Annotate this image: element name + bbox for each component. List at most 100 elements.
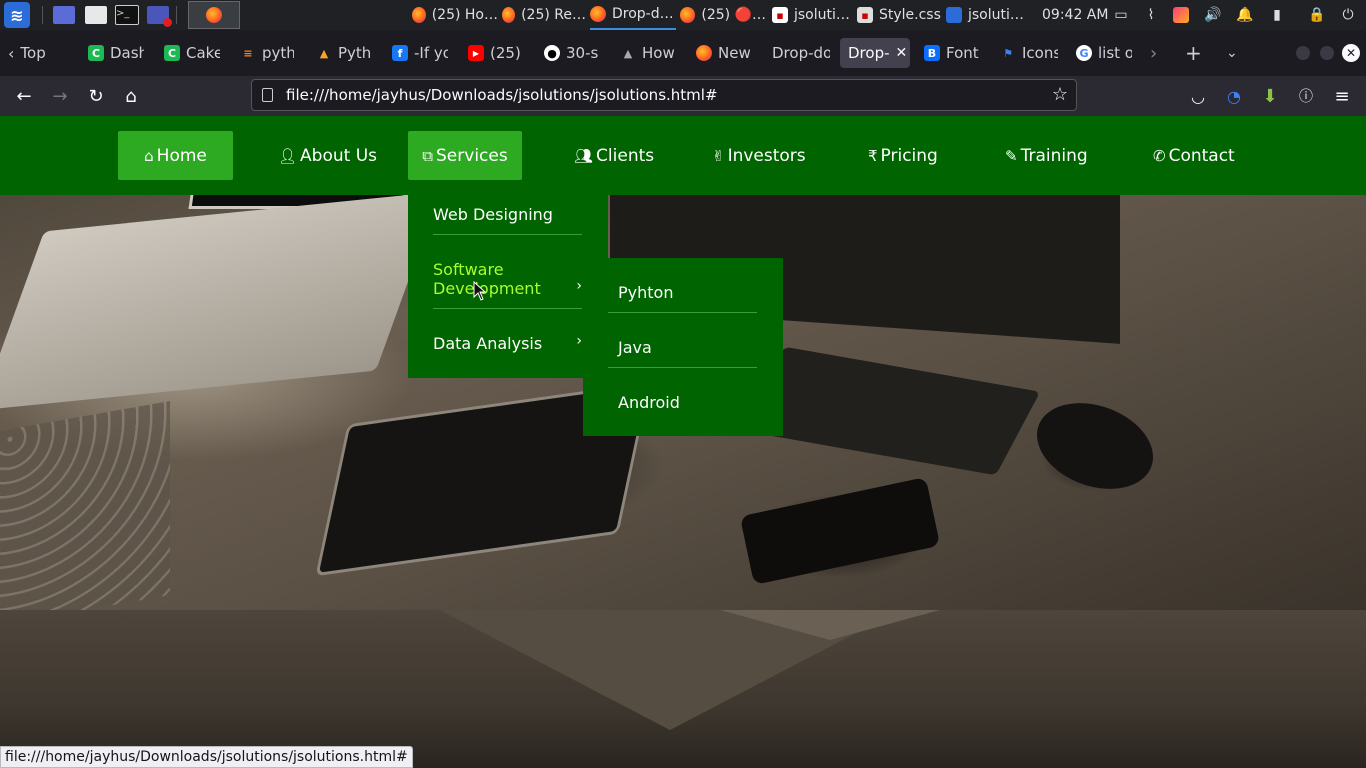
home-button[interactable]: ⌂ <box>119 84 143 108</box>
c-icon: C <box>164 45 180 61</box>
forward-button[interactable]: → <box>48 84 72 108</box>
task-label: Style.css <box>879 7 941 23</box>
url-bar[interactable]: file:///home/jayhus/Downloads/jsolutions… <box>251 79 1077 111</box>
maximize-button[interactable] <box>1320 46 1334 60</box>
extension-circle-icon: ◔ <box>1227 86 1241 106</box>
tab-youtube[interactable]: ▶ (25) Y <box>468 38 524 68</box>
menu-item-label: Android <box>618 393 680 412</box>
display-icon[interactable]: ▭ <box>1113 7 1129 23</box>
extension-button[interactable]: ◔ <box>1222 84 1246 108</box>
task-label: Drop-d… <box>612 6 674 22</box>
minimize-button[interactable] <box>1296 46 1310 60</box>
menu-item-android[interactable]: Android <box>618 393 680 412</box>
close-window-button[interactable]: ✕ <box>1342 44 1360 62</box>
app-tray-icon[interactable] <box>1173 7 1189 23</box>
paperclip-icon[interactable]: ⌇ <box>1143 7 1159 23</box>
show-desktop-button[interactable] <box>49 0 79 30</box>
tab-drop-down[interactable]: Drop-do <box>772 38 830 68</box>
battery-icon[interactable]: ▮ <box>1269 7 1285 23</box>
nav-about-us[interactable]: 👤︎ About Us <box>278 131 377 180</box>
wall-triangle <box>720 610 940 640</box>
close-icon[interactable]: ✕ <box>896 45 908 61</box>
screen-recorder-button[interactable] <box>143 0 173 30</box>
notification-bell-icon[interactable]: 🔔 <box>1236 7 1253 23</box>
back-button[interactable]: ← <box>12 84 36 108</box>
terminal-button[interactable]: >_ <box>112 0 142 30</box>
nav-label: Services <box>436 145 508 166</box>
kali-menu-button[interactable]: ≋ <box>2 0 32 30</box>
app-menu-button[interactable]: ≡ <box>1330 84 1354 108</box>
nav-clients[interactable]: 👥︎ Clients <box>574 131 654 180</box>
power-icon[interactable]: ⏻ <box>1340 7 1356 23</box>
tab-label: Drop-do <box>772 44 830 62</box>
reload-icon: ↻ <box>88 85 104 107</box>
taskbar-window-6[interactable]: ▪ Style.css <box>857 0 941 30</box>
menu-item-java[interactable]: Java <box>618 338 652 357</box>
nav-services[interactable]: ⧉ Services <box>408 131 522 180</box>
taskbar-window-2[interactable]: (25) Re… <box>502 0 586 30</box>
nav-label: Pricing <box>880 145 938 166</box>
tab-scroll-right-button[interactable]: › <box>1150 38 1166 68</box>
taskbar-window-3[interactable]: Drop-d… <box>590 0 676 30</box>
info-button[interactable]: ⓘ <box>1294 84 1318 108</box>
volume-icon[interactable]: 🔊 <box>1204 7 1221 23</box>
nav-training[interactable]: ✎ Training <box>1005 131 1088 180</box>
new-tab-button[interactable]: + <box>1185 38 1203 68</box>
phone-icon: ✆ <box>1153 146 1166 165</box>
tab-python[interactable]: ▲ Pyth <box>316 38 372 68</box>
taskbar-window-4[interactable]: (25) 🔴… <box>680 0 766 30</box>
tab-google[interactable]: G list o <box>1076 38 1132 68</box>
page-icon: ▲ <box>623 46 633 60</box>
tab-drop-active[interactable]: Drop- ✕ <box>840 38 910 68</box>
tab-stackoverflow[interactable]: ≡ pyth <box>240 38 294 68</box>
nav-pricing[interactable]: ₹ Pricing <box>868 131 938 180</box>
list-all-tabs-button[interactable]: ⌄ <box>1226 38 1244 68</box>
tab-font[interactable]: B Font <box>924 38 980 68</box>
tab-new[interactable]: New <box>696 38 752 68</box>
python-icon: ▲ <box>319 46 329 60</box>
separator <box>42 6 43 24</box>
firefox-taskbar-button[interactable] <box>188 1 240 29</box>
taskbar-window-7[interactable]: jsoluti… <box>946 0 1030 30</box>
firefox-icon <box>412 7 426 23</box>
menu-item-python[interactable]: Pyhton <box>618 283 673 302</box>
web-page-content: ⌂ Home 👤︎ About Us ⧉ Services 👥︎ Clients… <box>0 116 1366 768</box>
pocket-button[interactable]: ◡ <box>1186 84 1210 108</box>
bookmark-star-icon[interactable]: ☆ <box>1052 84 1068 105</box>
facebook-icon: f <box>392 45 408 61</box>
nav-home[interactable]: ⌂ Home <box>118 131 233 180</box>
lock-icon[interactable]: 🔒 <box>1308 7 1325 23</box>
url-text[interactable]: file:///home/jayhus/Downloads/jsolutions… <box>286 86 718 104</box>
youtube-icon: ▶ <box>468 45 484 61</box>
clock[interactable]: 09:42 AM <box>1042 0 1112 30</box>
home-icon: ⌂ <box>125 85 137 107</box>
tab-facebook[interactable]: f -If yo <box>392 38 448 68</box>
chevron-right-icon: › <box>576 333 582 349</box>
taskbar-window-1[interactable]: (25) Ho… <box>412 0 498 30</box>
reload-button[interactable]: ↻ <box>84 84 108 108</box>
divider <box>608 312 757 313</box>
tab-label: Cake <box>186 44 220 62</box>
tab-cake[interactable]: C Cake <box>164 38 220 68</box>
file-manager-button[interactable] <box>81 0 111 30</box>
menu-item-label: Java <box>618 338 652 357</box>
download-extension-button[interactable]: ⬇ <box>1258 84 1282 108</box>
github-icon: ● <box>544 45 560 61</box>
browser-tab-strip: ‹ Top C Dash C Cake ≡ pyth ▲ Pyth f -If … <box>0 30 1366 76</box>
menu-item-software-development[interactable]: Software Development <box>433 260 548 298</box>
clone-icon: ⧉ <box>422 146 434 165</box>
menu-item-data-analysis[interactable]: Data Analysis <box>433 334 573 353</box>
tab-icons[interactable]: ⚑ Icons <box>1000 38 1058 68</box>
mouse <box>1024 387 1166 505</box>
menu-item-web-designing[interactable]: Web Designing <box>433 205 603 224</box>
nav-investors[interactable]: ✌︎ Investors <box>712 131 806 180</box>
tab-github[interactable]: ● 30-s <box>544 38 600 68</box>
tab-dash[interactable]: C Dash <box>88 38 144 68</box>
nav-contact[interactable]: ✆ Contact <box>1153 131 1235 180</box>
tab-top[interactable]: ‹ Top <box>8 38 62 68</box>
taskbar-window-5[interactable]: ▪ jsoluti… <box>772 0 852 30</box>
flag-icon: ⚑ <box>1003 46 1013 60</box>
tab-how[interactable]: ▲ How <box>620 38 676 68</box>
task-label: (25) Re… <box>521 7 586 23</box>
tab-label: New <box>718 44 751 62</box>
